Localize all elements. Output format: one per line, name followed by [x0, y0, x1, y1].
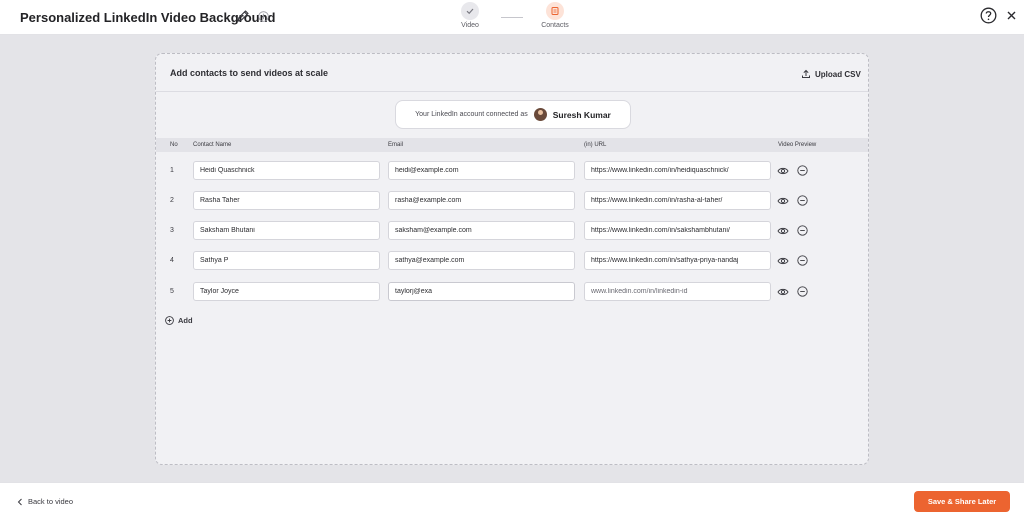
eye-icon[interactable]	[777, 287, 789, 297]
column-email: Email	[388, 142, 404, 148]
linkedin-url-input[interactable]	[584, 282, 771, 301]
email-input[interactable]	[388, 282, 575, 301]
row-number: 4	[170, 257, 174, 264]
help-icon[interactable]	[980, 7, 997, 24]
linkedin-account-badge: Your LinkedIn account connected as Sures…	[395, 100, 631, 129]
remove-circle-icon[interactable]	[797, 195, 808, 206]
email-input[interactable]	[388, 161, 575, 180]
eye-icon[interactable]	[777, 256, 789, 266]
upload-csv-button[interactable]: Upload CSV	[801, 68, 861, 80]
upload-csv-label: Upload CSV	[815, 69, 861, 79]
check-icon	[461, 2, 479, 20]
info-icon[interactable]	[258, 11, 269, 22]
contact-name-input[interactable]	[193, 282, 380, 301]
step-contacts-label: Contacts	[541, 22, 569, 29]
linkedin-url-input[interactable]	[584, 191, 771, 210]
card-header: Add contacts to send videos at scale Upl…	[156, 54, 868, 92]
email-input[interactable]	[388, 221, 575, 240]
footer-bar: Back to video Save & Share Later	[0, 482, 1024, 515]
row-number: 2	[170, 197, 174, 204]
plus-circle-icon	[165, 316, 174, 325]
eye-icon[interactable]	[777, 196, 789, 206]
progress-stepper: Video Contacts	[440, 2, 590, 34]
email-input[interactable]	[388, 191, 575, 210]
linkedin-url-input[interactable]	[584, 251, 771, 270]
account-name: Suresh Kumar	[552, 109, 611, 120]
table-row: 1	[156, 161, 868, 181]
table-header: No Contact Name Email (in) URL Video Pre…	[156, 138, 868, 152]
table-row: 2	[156, 191, 868, 211]
remove-circle-icon[interactable]	[797, 255, 808, 266]
step-connector	[501, 17, 523, 18]
close-icon[interactable]	[1003, 7, 1020, 24]
row-number: 5	[170, 288, 174, 295]
back-to-video-link[interactable]: Back to video	[17, 497, 73, 506]
step-video[interactable]: Video	[440, 2, 500, 29]
back-label: Back to video	[28, 497, 74, 506]
remove-circle-icon[interactable]	[797, 286, 808, 297]
save-share-later-button[interactable]: Save & Share Later	[914, 491, 1010, 512]
contact-name-input[interactable]	[193, 221, 380, 240]
column-url: (in) URL	[584, 142, 607, 148]
table-row: 3	[156, 221, 868, 241]
add-label: Add	[178, 316, 193, 325]
linkedin-url-input[interactable]	[584, 161, 771, 180]
step-video-label: Video	[461, 22, 479, 29]
row-number: 3	[170, 227, 174, 234]
column-no: No	[170, 142, 178, 148]
upload-icon	[802, 69, 810, 78]
avatar	[533, 108, 547, 121]
remove-circle-icon[interactable]	[797, 165, 808, 176]
account-prefix: Your LinkedIn account connected as	[415, 111, 528, 118]
linkedin-url-input[interactable]	[584, 221, 771, 240]
row-number: 1	[170, 167, 174, 174]
contacts-card: Add contacts to send videos at scale Upl…	[155, 53, 869, 465]
column-contact-name: Contact Name	[193, 142, 232, 148]
contacts-icon	[546, 2, 564, 20]
eye-icon[interactable]	[777, 166, 789, 176]
card-title: Add contacts to send videos at scale	[170, 68, 329, 78]
top-bar: Personalized LinkedIn Video Background V…	[0, 0, 1024, 35]
add-contact-button[interactable]: Add	[165, 316, 193, 325]
step-contacts[interactable]: Contacts	[525, 2, 585, 29]
contact-name-input[interactable]	[193, 161, 380, 180]
contact-name-input[interactable]	[193, 191, 380, 210]
email-input[interactable]	[388, 251, 575, 270]
contact-name-input[interactable]	[193, 251, 380, 270]
table-row: 5	[156, 282, 868, 302]
column-video-preview: Video Preview	[778, 142, 817, 148]
eye-icon[interactable]	[777, 226, 789, 236]
chevron-left-icon	[17, 498, 22, 505]
table-row: 4	[156, 251, 868, 271]
remove-circle-icon[interactable]	[797, 225, 808, 236]
pencil-icon[interactable]	[236, 9, 250, 23]
